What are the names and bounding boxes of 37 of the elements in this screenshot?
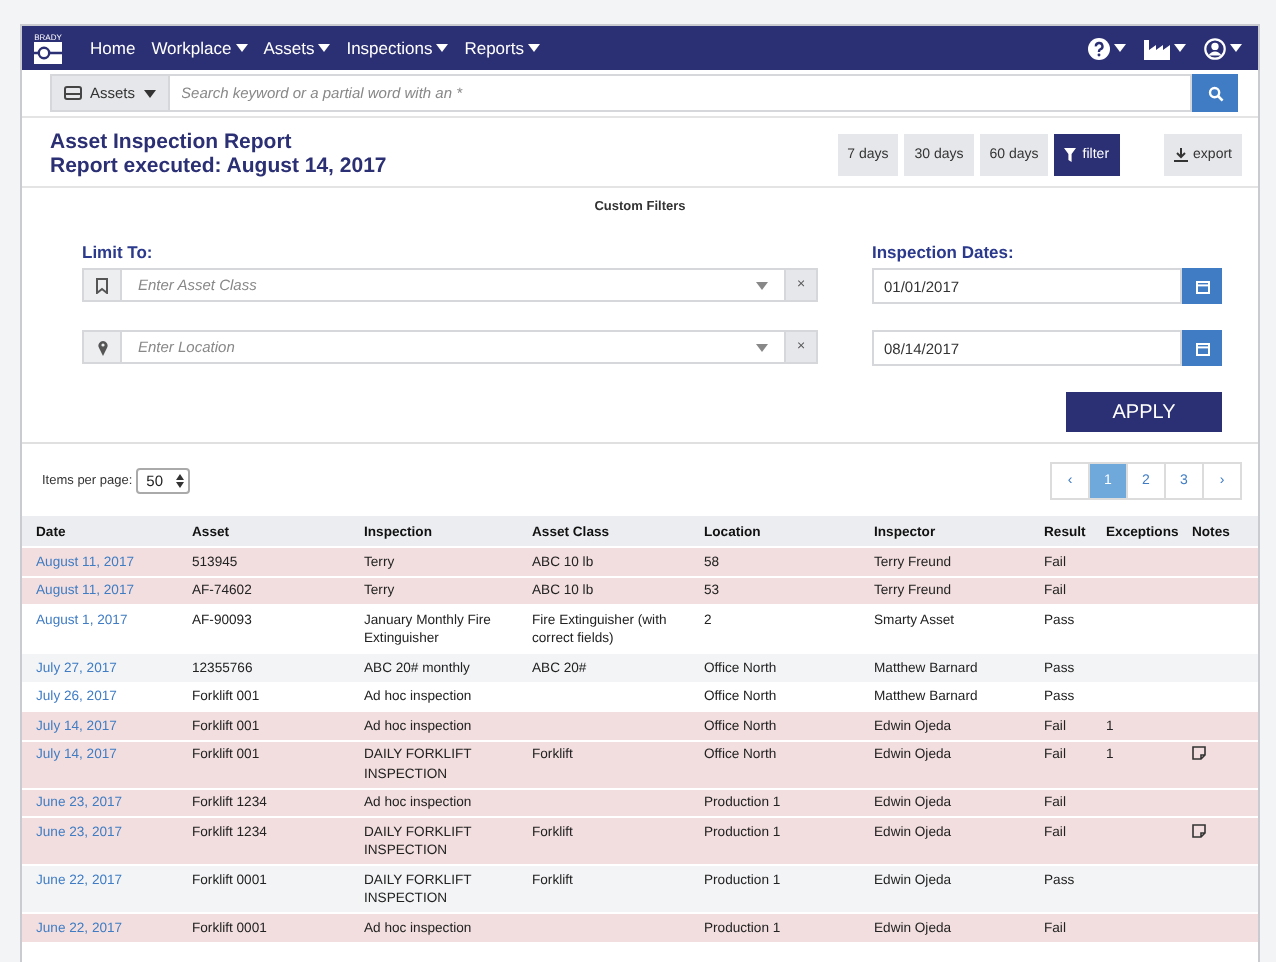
caret-icon bbox=[756, 343, 768, 351]
calendar-icon bbox=[1195, 341, 1209, 355]
report-subtitle: Report executed: August 14, 2017 bbox=[50, 154, 387, 178]
caret-icon bbox=[235, 44, 248, 52]
note-icon[interactable] bbox=[1192, 746, 1206, 760]
limit-to-label: Limit To: bbox=[82, 242, 155, 262]
nav-menu-item[interactable]: Home bbox=[82, 38, 144, 58]
map-pin-icon bbox=[97, 339, 107, 355]
calendar-icon bbox=[1195, 279, 1209, 293]
note-icon[interactable] bbox=[1192, 823, 1206, 837]
bookmark-icon bbox=[96, 277, 108, 293]
caret-icon bbox=[527, 44, 540, 52]
apply-button[interactable]: APPLY bbox=[1066, 392, 1222, 432]
search-icon bbox=[1207, 85, 1223, 101]
caret-icon bbox=[1174, 44, 1186, 52]
nav-menu-item[interactable]: Reports bbox=[456, 38, 548, 58]
drive-icon bbox=[64, 86, 82, 100]
caret-icon bbox=[1230, 44, 1242, 52]
caret-icon bbox=[143, 89, 156, 97]
caret-icon bbox=[756, 281, 768, 289]
inspection-dates-label: Inspection Dates: bbox=[872, 242, 1016, 262]
download-icon bbox=[1173, 147, 1188, 161]
help-icon[interactable] bbox=[1088, 37, 1110, 59]
calendar-button[interactable] bbox=[1182, 330, 1222, 366]
calendar-button[interactable] bbox=[1182, 268, 1222, 304]
report-title: Asset Inspection Report bbox=[50, 130, 294, 154]
spinner-arrows-icon bbox=[175, 474, 184, 488]
caret-icon bbox=[318, 44, 331, 52]
caret-icon bbox=[436, 44, 449, 52]
user-icon[interactable] bbox=[1204, 37, 1226, 59]
factory-icon[interactable] bbox=[1144, 37, 1170, 59]
nav-menu-item[interactable]: Inspections bbox=[338, 38, 457, 58]
search-button[interactable] bbox=[1192, 74, 1238, 112]
nav-menu-item[interactable]: Assets bbox=[255, 38, 339, 58]
nav-menu-item[interactable]: Workplace bbox=[143, 38, 256, 58]
caret-icon bbox=[1114, 44, 1126, 52]
filter-icon bbox=[1064, 147, 1077, 161]
